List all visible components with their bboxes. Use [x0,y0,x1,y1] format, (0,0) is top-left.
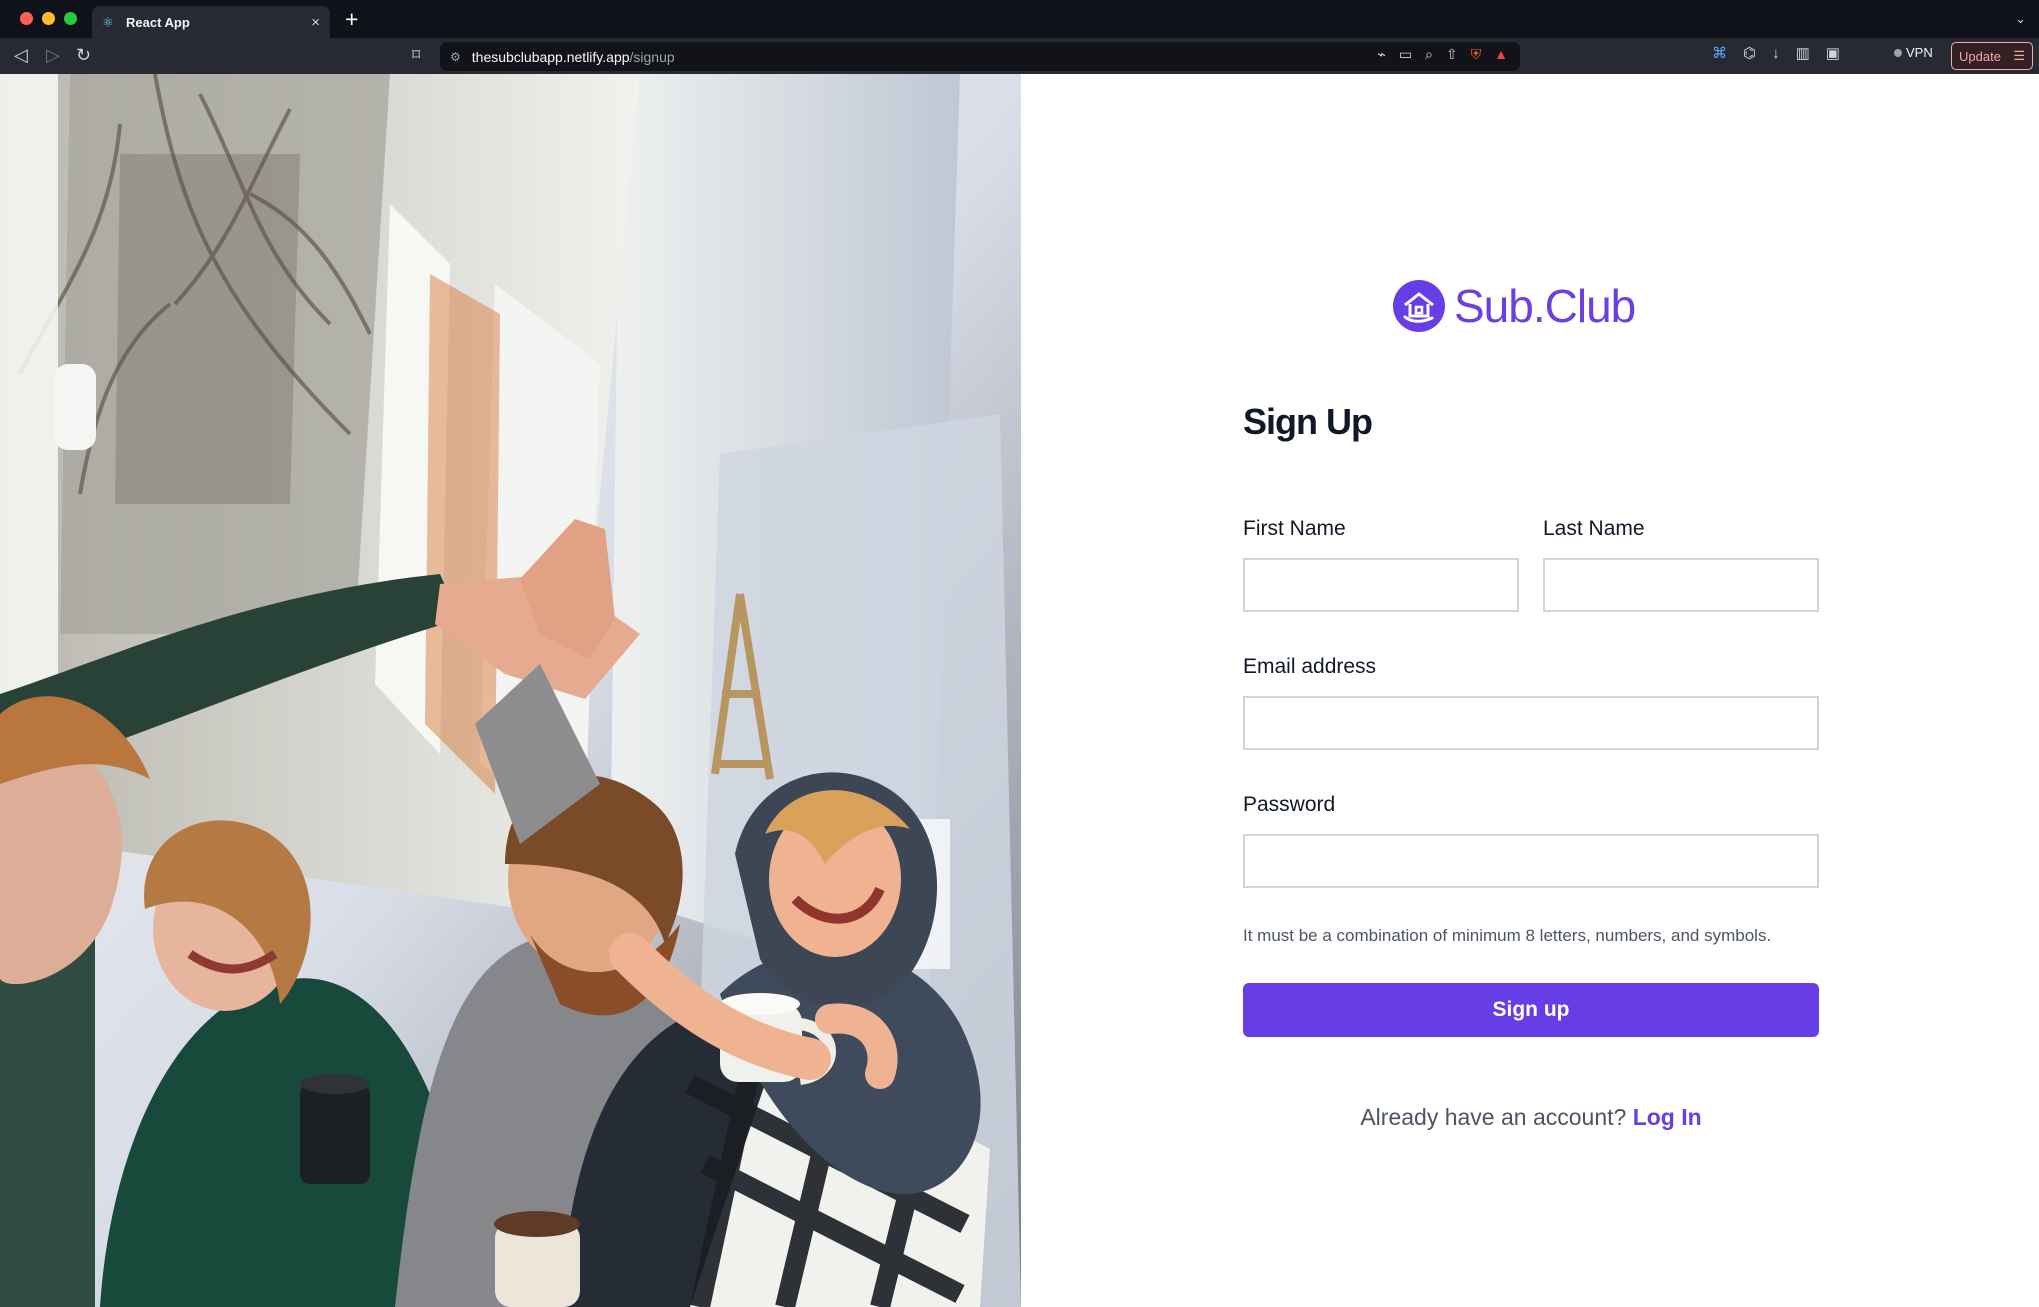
key-icon[interactable]: ⌁ [1377,47,1385,61]
last-name-input[interactable] [1543,558,1819,612]
update-button[interactable]: Update ☰ [1951,42,2033,70]
close-window-icon[interactable] [20,12,33,25]
signup-photo-panel [0,74,1021,1307]
friends-high-five-photo [0,74,1021,1307]
browser-toolbar: ◁ ▷ ↻ ⌑ ⚙ thesubclubapp.netlify.app /sig… [0,38,2039,74]
sign-up-button[interactable]: Sign up [1243,983,1819,1037]
share-icon[interactable]: ⇧ [1446,47,1458,61]
react-icon: ⚛ [102,14,114,30]
browser-tools: ⌘ ⌬ ↓ ▥ ▣ [1712,46,1840,61]
bookmark-icon[interactable]: ⌑ [412,45,420,65]
vpn-label: VPN [1906,45,1933,60]
settings-icon[interactable]: ⚙ [450,50,461,64]
close-tab-icon[interactable]: × [311,15,320,30]
page-title: Sign Up [1243,401,1373,442]
new-tab-button[interactable]: + [345,8,358,31]
login-prompt-line: Already have an account? Log In [1021,1104,2039,1131]
last-name-label: Last Name [1543,517,1645,540]
download-icon[interactable]: ↓ [1772,46,1780,61]
translate-icon[interactable]: ⌘ [1712,46,1727,61]
email-input[interactable] [1243,696,1819,750]
password-label: Password [1243,793,1336,816]
cast-icon[interactable]: ▭ [1399,47,1412,61]
address-bar-actions: ⌁ ▭ ⌕ ⇧ ⛨ ▲ [1377,47,1508,61]
menu-icon: ☰ [2013,48,2025,63]
forward-arrow-icon[interactable]: ▷ [46,46,60,64]
first-name-input[interactable] [1243,558,1519,612]
maximize-window-icon[interactable] [64,12,77,25]
browser-tab[interactable]: ⚛ React App × [92,6,330,38]
url-path: /signup [629,48,675,65]
sidebar-icon[interactable]: ▥ [1796,46,1810,61]
sub-club-logo-icon [1393,280,1445,332]
zoom-icon[interactable]: ⌕ [1425,47,1433,61]
tab-bar: ⚛ React App × + ⌄ [0,0,2039,38]
signup-form-panel: Sub.Club Sign Up First Name Last Name Em… [1021,74,2039,1307]
email-label: Email address [1243,655,1377,678]
wallet-icon[interactable]: ▣ [1826,46,1840,61]
window-controls [20,12,77,25]
vpn-status-icon [1894,49,1902,57]
password-input[interactable] [1243,834,1819,888]
reload-icon[interactable]: ↻ [76,46,91,64]
brave-shield-icon[interactable]: ⛨ [1471,47,1482,61]
first-name-label: First Name [1243,517,1346,540]
tab-title: React App [126,14,190,30]
address-bar[interactable]: ⚙ thesubclubapp.netlify.app /signup ⌁ ▭ … [440,42,1520,71]
vpn-button[interactable]: VPN [1894,45,1933,60]
url-host: thesubclubapp.netlify.app [471,48,630,65]
update-label: Update [1959,48,2001,64]
sub-club-logo: Sub.Club [1393,280,1636,332]
brand-name: Sub.Club [1454,280,1636,332]
tab-menu-chevron-icon[interactable]: ⌄ [2015,11,2026,27]
minimize-window-icon[interactable] [42,12,55,25]
login-link[interactable]: Log In [1633,1104,1702,1130]
password-hint: It must be a combination of minimum 8 le… [1243,926,1772,945]
signup-page: Sub.Club Sign Up First Name Last Name Em… [0,74,2039,1307]
brave-rewards-icon[interactable]: ▲ [1494,47,1508,61]
browser-chrome: ⚛ React App × + ⌄ ◁ ▷ ↻ ⌑ ⚙ thesubclubap… [0,0,2039,74]
extensions-icon[interactable]: ⌬ [1743,46,1756,61]
back-arrow-icon[interactable]: ◁ [14,46,28,64]
login-prompt: Already have an account? [1360,1104,1627,1130]
